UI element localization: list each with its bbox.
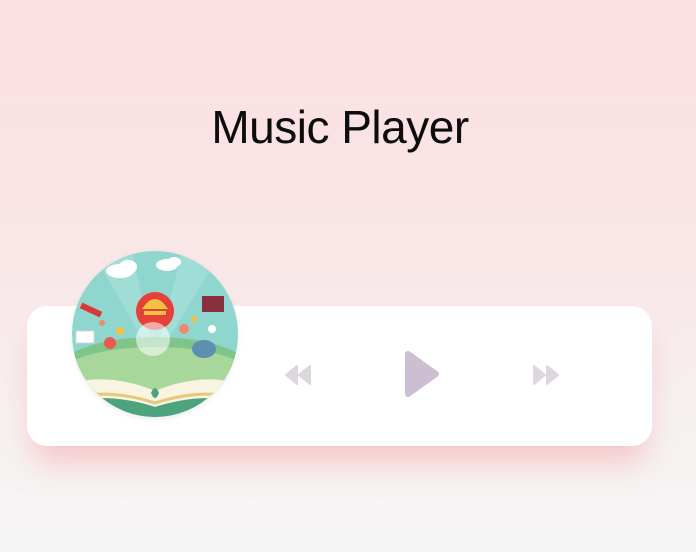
next-track-button[interactable] [526,360,566,390]
album-center-hole [136,322,170,356]
backward-icon [285,365,311,385]
forward-icon [533,365,559,385]
page-title: Music Player [211,100,469,153]
play-button[interactable] [396,346,446,402]
previous-track-button[interactable] [278,360,318,390]
play-icon [405,351,439,397]
